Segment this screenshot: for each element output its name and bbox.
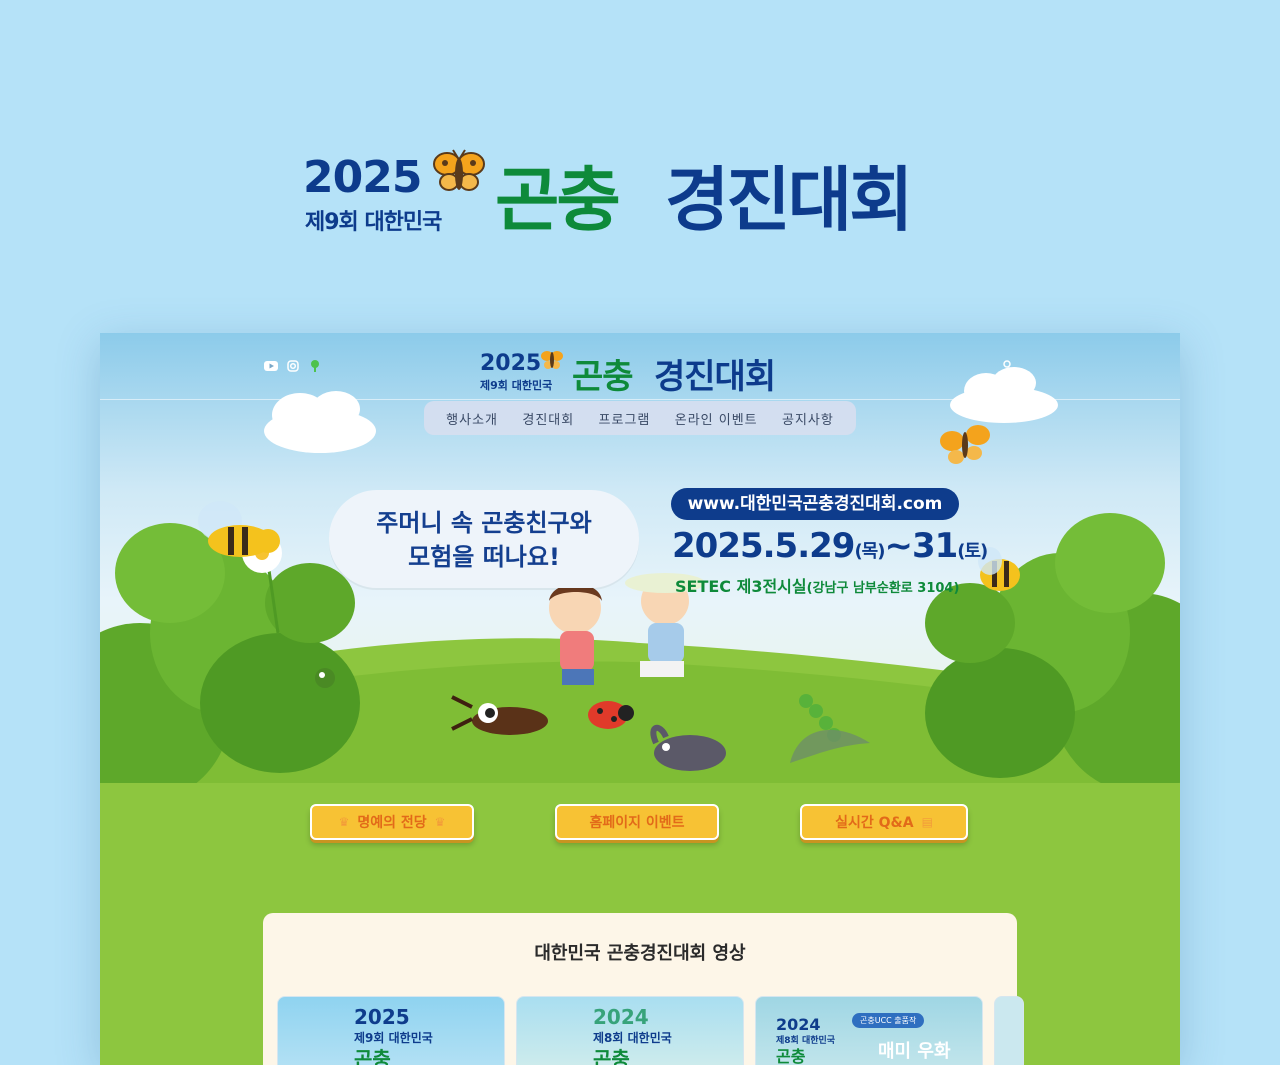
site-logo-subtitle: 제9회 대한민국 [480, 379, 553, 392]
venue-main: SETEC 제3전시실 [675, 577, 807, 596]
date-range: ~31 [884, 526, 958, 566]
header-divider [100, 399, 1180, 400]
site-logo[interactable]: 2025 제9회 대한민국 곤충 경진대회 [478, 349, 808, 397]
nav-item-contest[interactable]: 경진대회 [522, 409, 574, 428]
thumb-green: 곤충 [354, 1047, 391, 1065]
venue-detail: (강남구 남부순환로 3104) [806, 581, 960, 596]
crown-icon: ♛ [434, 815, 446, 829]
butterfly-icon [433, 149, 485, 191]
hall-of-fame-label: 명예의 전당 [357, 815, 427, 831]
thumb-green: 곤충 [593, 1047, 630, 1065]
website-url[interactable]: www.대한민국곤충경진대회.com [671, 488, 959, 520]
date-main: 2025.5.29 [672, 526, 855, 566]
event-date: 2025.5.29(목)~31(토) [672, 526, 988, 566]
nav-item-notice[interactable]: 공지사항 [782, 409, 834, 428]
event-venue: SETEC 제3전시실(강남구 남부순환로 3104) [675, 573, 959, 597]
user-icon[interactable] [1000, 359, 1014, 375]
social-links [264, 360, 322, 372]
logo-green-text: 곤충 [495, 159, 621, 241]
site-logo-year: 2025 [480, 351, 542, 376]
video-section-title: 대한민국 곤충경진대회 영상 [534, 943, 746, 964]
video-thumbnail-partial[interactable] [994, 996, 1024, 1065]
website-preview: 2025 제9회 대한민국 곤충 경진대회 행사소개 경진대회 프로그램 온라인… [100, 333, 1180, 1065]
thumb-year: 2024 [593, 1005, 649, 1029]
thumb-headline: 매미 우화 [878, 1041, 951, 1062]
cloud-left [264, 391, 376, 453]
logo-blue-text: 경진대회 [665, 159, 914, 241]
date-day-2: (토) [957, 541, 988, 562]
video-thumbnail-2024-ucc[interactable]: 2024 제8회 대한민국 곤충 곤충UCC 출품작 매미 우화 [755, 996, 983, 1065]
homepage-event-label: 홈페이지 이벤트 [589, 815, 685, 831]
event-logo-large: 2025 제9회 대한민국 곤충 경진대회 [303, 148, 983, 241]
live-qa-label: 실시간 Q&A [835, 815, 914, 831]
youtube-icon[interactable] [264, 360, 278, 372]
chat-icon: ▤ [921, 815, 933, 829]
nav-item-program[interactable]: 프로그램 [599, 409, 651, 428]
logo-year: 2025 [303, 152, 422, 203]
video-section: 대한민국 곤충경진대회 영상 2025 제9회 대한민국 곤충 2024 제8회… [263, 913, 1024, 1065]
homepage-event-button[interactable]: 홈페이지 이벤트 [555, 804, 719, 840]
thumb-year: 2024 [776, 1015, 821, 1034]
butterfly-icon [541, 351, 563, 369]
bubble-line-2: 모험을 떠나요! [408, 543, 560, 571]
video-thumbnail-2024-a[interactable]: 2024 제8회 대한민국 곤충 [516, 996, 744, 1065]
hero-speech-bubble: 주머니 속 곤충친구와 모험을 떠나요! [329, 490, 639, 588]
hero-section: 2025 제9회 대한민국 곤충 경진대회 행사소개 경진대회 프로그램 온라인… [100, 333, 1180, 783]
butterfly-hero [940, 425, 990, 464]
hall-of-fame-button[interactable]: ♛ 명예의 전당 ♛ [310, 804, 474, 840]
video-thumbnail-2025[interactable]: 2025 제9회 대한민국 곤충 [277, 996, 505, 1065]
nav-item-online-event[interactable]: 온라인 이벤트 [675, 409, 758, 428]
thumb-green: 곤충 [776, 1047, 806, 1065]
live-qa-button[interactable]: 실시간 Q&A ▤ [800, 804, 968, 840]
thumb-tag: 곤충UCC 출품작 [852, 1013, 925, 1028]
site-logo-green: 곤충 [572, 357, 634, 397]
logo-subtitle: 제9회 대한민국 [305, 210, 442, 235]
thumb-year: 2025 [354, 1005, 410, 1029]
date-day-1: (목) [854, 541, 885, 562]
bush-left [100, 523, 360, 783]
nav-item-about[interactable]: 행사소개 [446, 409, 498, 428]
main-nav: 행사소개 경진대회 프로그램 온라인 이벤트 공지사항 [424, 401, 856, 435]
site-logo-blue: 경진대회 [654, 357, 776, 397]
instagram-icon[interactable] [286, 360, 300, 372]
crown-icon: ♛ [338, 815, 350, 829]
cloud-right [950, 367, 1058, 423]
bubble-line-1: 주머니 속 곤충친구와 [376, 509, 592, 537]
blog-icon[interactable] [308, 360, 322, 372]
